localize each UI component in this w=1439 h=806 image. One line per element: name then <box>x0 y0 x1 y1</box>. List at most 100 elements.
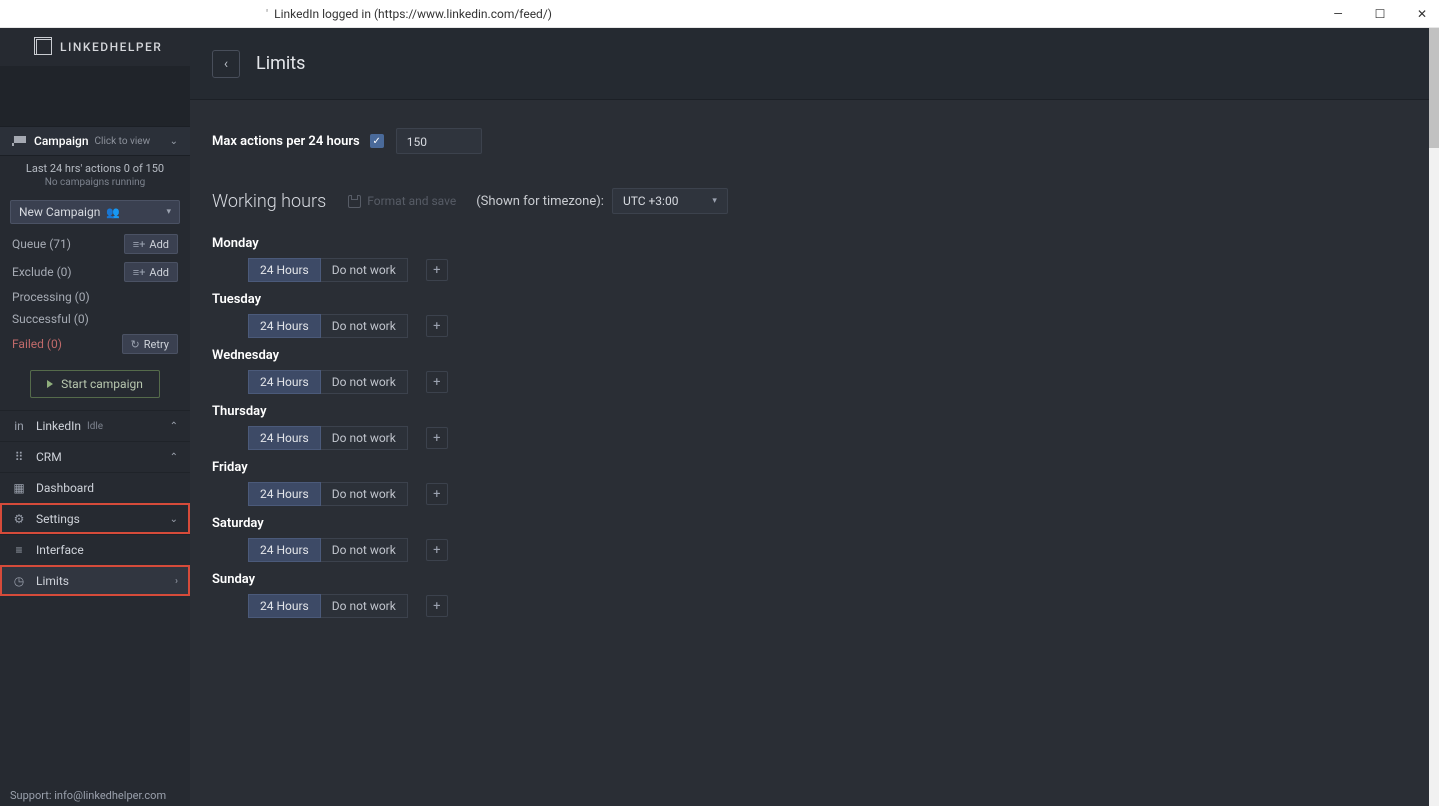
chevron-up-icon: ⌃ <box>170 452 178 463</box>
btn-24-hours[interactable]: 24 Hours <box>248 370 321 394</box>
chevron-right-icon: › <box>175 576 178 587</box>
exclude-row[interactable]: Exclude (0) ≡+Add <box>0 258 190 286</box>
add-time-range-button[interactable]: + <box>426 315 448 337</box>
people-icon: 👥 <box>106 206 120 219</box>
nav-interface[interactable]: ≡ Interface <box>0 534 190 565</box>
max-actions-input[interactable]: 150 <box>396 128 482 154</box>
day-name: Sunday <box>212 572 1417 587</box>
max-actions-label: Max actions per 24 hours <box>212 134 360 149</box>
nav-limits[interactable]: ◷ Limits › <box>0 565 190 596</box>
day-name: Tuesday <box>212 292 1417 307</box>
grid-icon: ⠿ <box>12 450 26 464</box>
support-label: Support: <box>10 789 51 802</box>
campaign-status: Last 24 hrs' actions 0 of 150 No campaig… <box>0 156 190 196</box>
add-time-range-button[interactable]: + <box>426 595 448 617</box>
vertical-scrollbar[interactable] <box>1429 28 1439 806</box>
nav-limits-label: Limits <box>36 574 69 588</box>
btn-24-hours[interactable]: 24 Hours <box>248 258 321 282</box>
chevron-down-icon: ⌄ <box>170 136 178 147</box>
max-actions-checkbox[interactable]: ✓ <box>370 134 384 148</box>
scrollbar-thumb[interactable] <box>1429 28 1439 148</box>
add-time-range-button[interactable]: + <box>426 483 448 505</box>
day-controls: 24 HoursDo not work + <box>212 258 1417 282</box>
btn-24-hours[interactable]: 24 Hours <box>248 314 321 338</box>
successful-row[interactable]: Successful (0) <box>0 308 190 330</box>
btn-do-not-work[interactable]: Do not work <box>321 482 408 506</box>
day-block-monday: Monday 24 HoursDo not work + <box>212 236 1417 282</box>
day-controls: 24 HoursDo not work + <box>212 314 1417 338</box>
minimize-icon[interactable]: — <box>1331 7 1345 21</box>
save-icon <box>348 195 361 208</box>
retry-icon: ↻ <box>131 338 140 351</box>
add-time-range-button[interactable]: + <box>426 539 448 561</box>
support-email[interactable]: info@linkedhelper.com <box>54 789 166 802</box>
logo-icon <box>36 39 52 55</box>
add-time-range-button[interactable]: + <box>426 259 448 281</box>
close-icon[interactable]: ✕ <box>1415 7 1429 21</box>
nav-linkedin-badge: Idle <box>87 421 103 432</box>
window-titlebar: ' LinkedIn logged in (https://www.linked… <box>0 0 1439 28</box>
btn-24-hours[interactable]: 24 Hours <box>248 594 321 618</box>
caret-down-icon: ▾ <box>712 196 717 206</box>
btn-24-hours[interactable]: 24 Hours <box>248 482 321 506</box>
play-icon <box>47 380 53 388</box>
sidebar-nav: in LinkedIn Idle ⌃ ⠿ CRM ⌃ ▦ Dashboard ⚙… <box>0 410 190 596</box>
nav-dashboard[interactable]: ▦ Dashboard <box>0 472 190 503</box>
btn-do-not-work[interactable]: Do not work <box>321 370 408 394</box>
campaign-header[interactable]: Campaign Click to view ⌄ <box>0 126 190 156</box>
day-block-saturday: Saturday24 HoursDo not work+ <box>212 516 1417 562</box>
btn-24-hours[interactable]: 24 Hours <box>248 426 321 450</box>
nav-settings-label: Settings <box>36 512 80 526</box>
btn-do-not-work[interactable]: Do not work <box>321 538 408 562</box>
btn-do-not-work[interactable]: Do not work <box>321 314 408 338</box>
addlist-icon: ≡+ <box>133 266 146 279</box>
nav-interface-label: Interface <box>36 543 84 557</box>
campaign-selector-label: New Campaign <box>19 205 100 219</box>
queue-row[interactable]: Queue (71) ≡+Add <box>0 230 190 258</box>
chevron-left-icon: ‹ <box>224 56 228 72</box>
maximize-icon[interactable]: ☐ <box>1373 7 1387 21</box>
nav-linkedin[interactable]: in LinkedIn Idle ⌃ <box>0 410 190 441</box>
nav-dashboard-label: Dashboard <box>36 481 94 495</box>
nav-crm[interactable]: ⠿ CRM ⌃ <box>0 441 190 472</box>
chevron-up-icon: ⌃ <box>170 421 178 432</box>
btn-do-not-work[interactable]: Do not work <box>321 426 408 450</box>
chevron-down-icon: ⌄ <box>170 514 178 525</box>
day-controls: 24 HoursDo not work + <box>212 426 1417 450</box>
exclude-label: Exclude (0) <box>12 265 72 279</box>
add-time-range-button[interactable]: + <box>426 371 448 393</box>
working-hours-title: Working hours <box>212 191 326 212</box>
failed-row[interactable]: Failed (0) ↻Retry <box>0 330 190 358</box>
queue-label: Queue (71) <box>12 237 71 251</box>
working-hours-row: Working hours Format and save (Shown for… <box>212 188 1417 214</box>
btn-24-hours[interactable]: 24 Hours <box>248 538 321 562</box>
start-campaign-button[interactable]: Start campaign <box>30 370 160 398</box>
timezone-select[interactable]: UTC +3:00 ▾ <box>612 188 728 214</box>
caret-down-icon: ▾ <box>166 207 171 217</box>
dashboard-icon: ▦ <box>12 481 26 495</box>
day-name: Friday <box>212 460 1417 475</box>
add-time-range-button[interactable]: + <box>426 427 448 449</box>
campaign-selector[interactable]: New Campaign 👥 ▾ <box>10 200 180 224</box>
sliders-icon: ≡ <box>12 543 26 557</box>
queue-add-button[interactable]: ≡+Add <box>124 234 178 254</box>
timezone-label: (Shown for timezone): <box>476 194 604 209</box>
nav-settings[interactable]: ⚙ Settings ⌄ <box>0 503 190 534</box>
addlist-icon: ≡+ <box>133 238 146 251</box>
campaign-title: Campaign <box>34 134 89 148</box>
btn-do-not-work[interactable]: Do not work <box>321 258 408 282</box>
page-title: Limits <box>256 53 305 74</box>
timezone-value: UTC +3:00 <box>623 194 679 208</box>
support-footer: Support: info@linkedhelper.com <box>0 785 190 806</box>
processing-row[interactable]: Processing (0) <box>0 286 190 308</box>
exclude-add-button[interactable]: ≡+Add <box>124 262 178 282</box>
successful-label: Successful (0) <box>12 312 89 326</box>
page-content: Max actions per 24 hours ✓ 150 Working h… <box>190 100 1439 656</box>
retry-button[interactable]: ↻Retry <box>122 334 178 354</box>
window-title: LinkedIn logged in (https://www.linkedin… <box>274 7 552 21</box>
back-button[interactable]: ‹ <box>212 50 240 78</box>
day-name: Monday <box>212 236 1417 251</box>
gear-icon: ⚙ <box>12 512 26 526</box>
btn-do-not-work[interactable]: Do not work <box>321 594 408 618</box>
campaign-hint: Click to view <box>95 136 151 147</box>
